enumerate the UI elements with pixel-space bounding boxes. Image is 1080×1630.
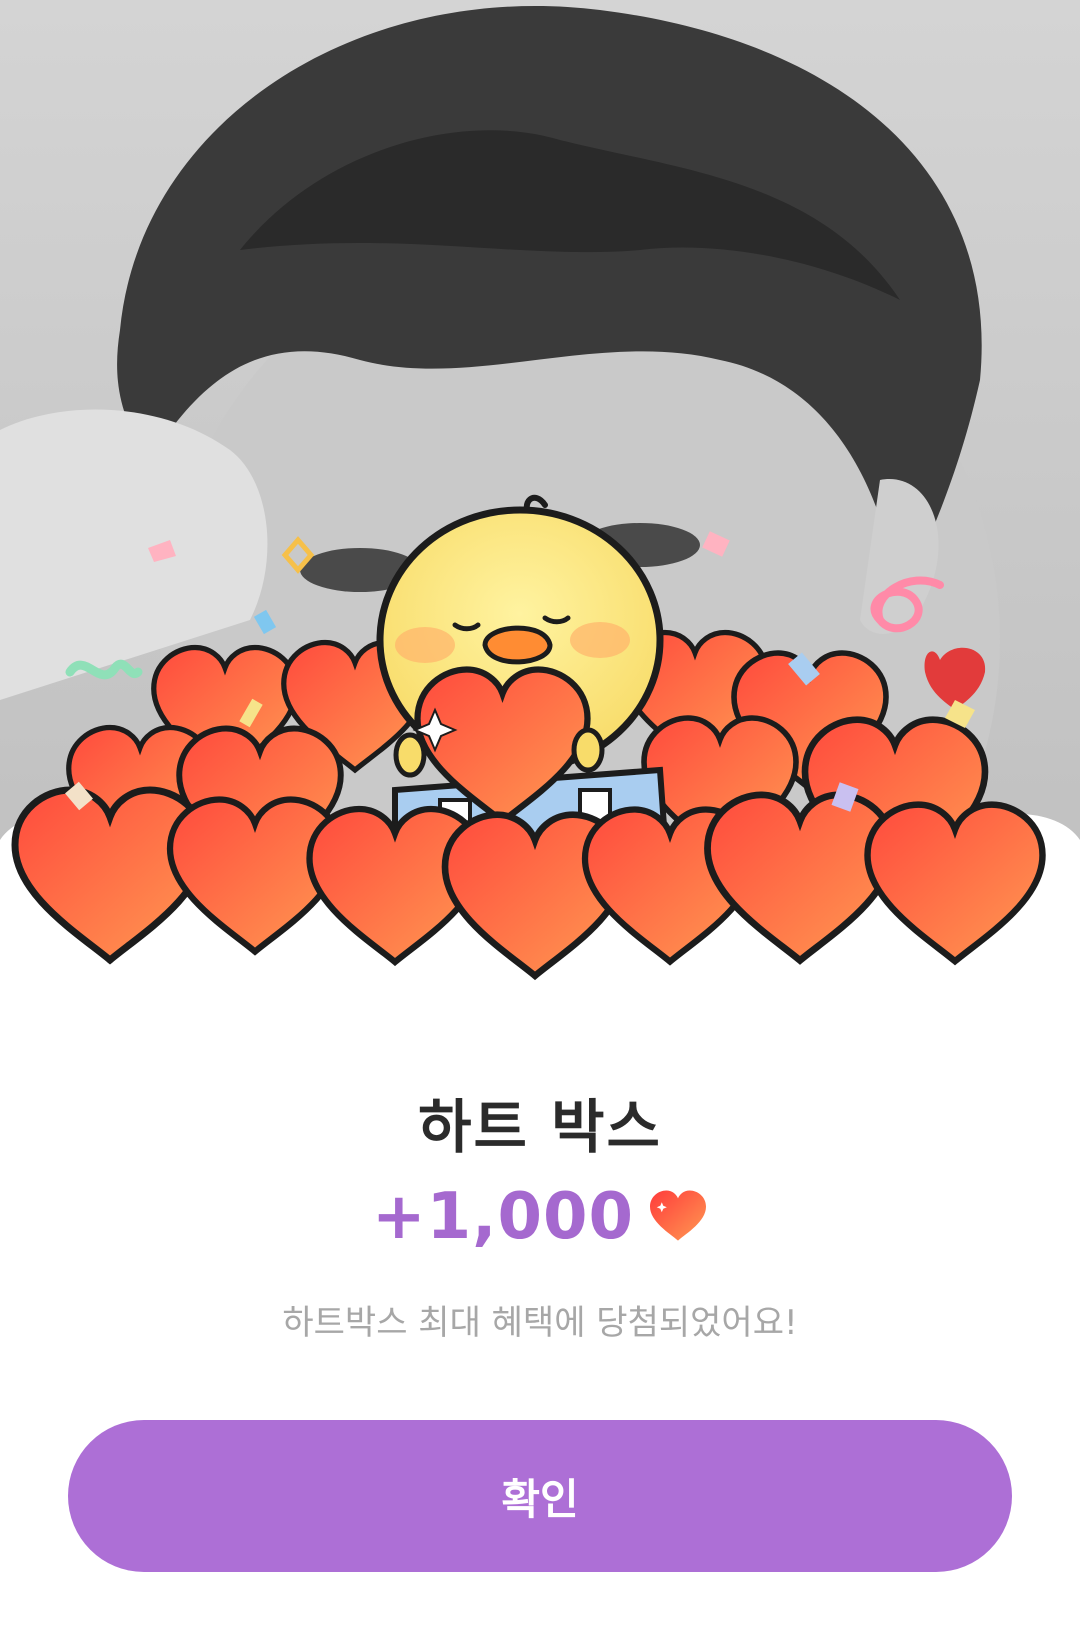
confirm-button[interactable]: 확인 (68, 1420, 1012, 1572)
heart-box-reward-screen: 하트 박스 +1,000 하트박스 최대 혜택에 당첨되었어요! 확인 (0, 0, 1080, 1630)
reward-content: 하트 박스 +1,000 하트박스 최대 혜택에 당첨되었어요! 확인 (0, 1030, 1080, 1630)
reward-amount-row: +1,000 (0, 1180, 1080, 1254)
reward-message: 하트박스 최대 혜택에 당첨되었어요! (282, 1303, 798, 1343)
reward-title: 하트 박스 (418, 1093, 662, 1161)
reward-hero (0, 0, 1080, 1030)
hero-illustration (0, 0, 1080, 1030)
heart-icon (650, 1190, 707, 1241)
reward-amount: +1,000 (371, 1180, 635, 1254)
